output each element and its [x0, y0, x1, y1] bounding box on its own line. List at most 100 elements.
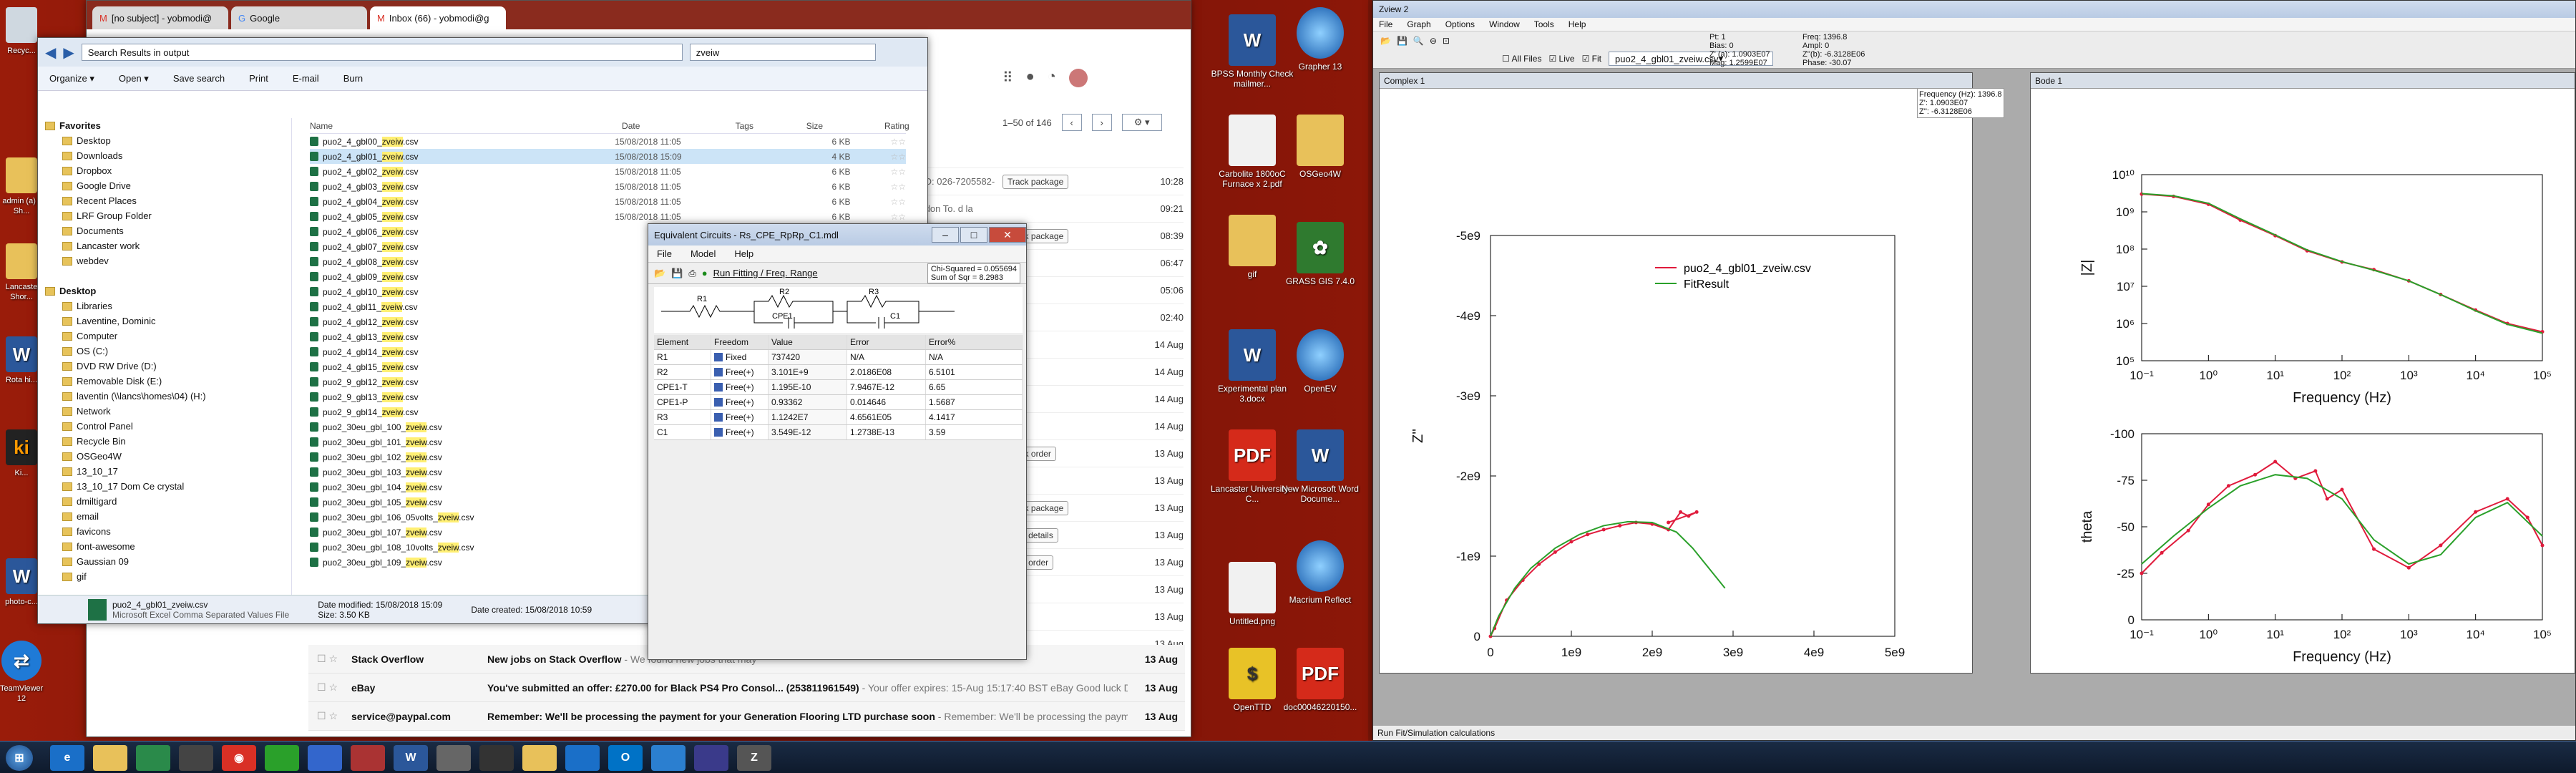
freedom-dropdown-icon[interactable] [714, 428, 723, 437]
nav-item[interactable]: Google Drive [38, 178, 291, 193]
desktop-icon[interactable]: Wphoto-c... [0, 558, 43, 607]
nav-item[interactable]: Documents [38, 223, 291, 238]
value-input[interactable]: 1.195E-10 [769, 380, 847, 394]
menu-options[interactable]: Options [1445, 19, 1475, 29]
checkbox-star-icon[interactable]: ☐ ☆ [308, 710, 351, 722]
desktop-icon[interactable]: W New Microsoft Word Docume... [1277, 429, 1363, 504]
prev-page-button[interactable]: ‹ [1061, 114, 1082, 131]
nav-item[interactable]: webdev [38, 253, 291, 268]
all-files-checkbox[interactable]: ☐ All Files [1502, 54, 1541, 64]
app-icon[interactable] [351, 745, 385, 771]
print-button[interactable]: Print [249, 73, 268, 84]
file-row[interactable]: puo2_4_gbl05_zveiw.csv 15/08/2018 11:05 6 … [310, 209, 906, 224]
explorer-taskbar-icon[interactable] [93, 745, 127, 771]
parameter-row[interactable]: R3 Free(+) 1.1242E7 4.6561E05 4.1417 [654, 410, 1023, 425]
nav-item[interactable]: Laventine, Dominic [38, 313, 291, 329]
gmail-row[interactable]: ler ID: 026-7205582- Track package 10:28 [909, 168, 1184, 195]
nav-item[interactable]: Libraries [38, 298, 291, 313]
vscode-icon[interactable] [651, 745, 686, 771]
desktop-icon[interactable]: ✿ GRASS GIS 7.4.0 [1277, 222, 1363, 286]
run-fitting-button[interactable]: Run Fitting / Freq. Range [713, 268, 818, 278]
settings-button[interactable]: ⚙ ▾ [1121, 114, 1162, 131]
email-button[interactable]: E-mail [293, 73, 319, 84]
burn-button[interactable]: Burn [343, 73, 363, 84]
open-button[interactable]: Open ▾ [119, 73, 149, 84]
checkbox-star-icon[interactable]: ☐ ☆ [308, 681, 351, 694]
nav-item[interactable]: DVD RW Drive (D:) [38, 359, 291, 374]
checkbox-star-icon[interactable]: ☐ ☆ [308, 653, 351, 665]
freedom-cell[interactable]: Free(+) [711, 410, 769, 424]
freedom-cell[interactable]: Fixed [711, 350, 769, 364]
outlook-icon[interactable]: O [608, 745, 643, 771]
nav-item[interactable]: Computer [38, 329, 291, 344]
mail-action-chip[interactable]: Track package [1002, 174, 1069, 189]
parameter-row[interactable]: C1 Free(+) 3.549E-12 1.2738E-13 3.59 [654, 425, 1023, 440]
value-input[interactable]: 0.93362 [769, 395, 847, 409]
zoom-out-icon[interactable]: ⊖ [1430, 36, 1437, 46]
chrome-taskbar-icon[interactable]: ◉ [222, 745, 256, 771]
organize-button[interactable]: Organize ▾ [49, 73, 94, 84]
freedom-dropdown-icon[interactable] [714, 383, 723, 392]
avatar[interactable] [1068, 69, 1088, 87]
menu-file[interactable]: File [657, 248, 672, 259]
next-page-button[interactable]: › [1091, 114, 1112, 131]
nav-item[interactable]: 13_10_17 Dom Ce crystal [38, 479, 291, 494]
ie-icon[interactable]: e [50, 745, 84, 771]
nav-item[interactable]: Network [38, 404, 291, 419]
desktop-icon[interactable]: Lancaste Shor... [0, 243, 43, 302]
zview-taskbar-icon[interactable]: Z [737, 745, 771, 771]
gmail-row[interactable] [909, 141, 1184, 168]
desktop-icon[interactable]: Grapher 13 [1277, 7, 1363, 72]
file-row[interactable]: puo2_4_gbl04_zveiw.csv 15/08/2018 11:05 6 … [310, 194, 906, 209]
save-search-button[interactable]: Save search [173, 73, 225, 84]
gmail-row[interactable]: London To. d la 09:21 [909, 195, 1184, 223]
app-icon[interactable] [479, 745, 514, 771]
maximize-button[interactable]: □ [960, 227, 987, 243]
minimize-button[interactable]: – [932, 227, 959, 243]
value-input[interactable]: 1.1242E7 [769, 410, 847, 424]
open-icon[interactable]: 📂 [654, 268, 665, 279]
menu-graph[interactable]: Graph [1407, 19, 1430, 29]
freedom-dropdown-icon[interactable] [714, 413, 723, 422]
nav-item[interactable]: laventin (\\lancs\homes\04) (H:) [38, 389, 291, 404]
apps-grid-icon[interactable]: ⠿ [1002, 69, 1013, 87]
nav-item[interactable]: OS (C:) [38, 344, 291, 359]
browser-tab[interactable]: G Google [231, 6, 367, 29]
column-size[interactable]: Size [806, 121, 863, 131]
desktop-icon[interactable]: Recyc... [0, 7, 43, 56]
desktop-icon[interactable]: OpenEV [1277, 329, 1363, 394]
value-input[interactable]: 737420 [769, 350, 847, 364]
nav-item[interactable]: LRF Group Folder [38, 208, 291, 223]
nav-item[interactable]: Control Panel [38, 419, 291, 434]
nav-item[interactable]: Desktop [38, 133, 291, 148]
nav-item[interactable]: Lancaster work [38, 238, 291, 253]
rating-stars-icon[interactable]: ☆☆ [851, 197, 906, 207]
menu-tools[interactable]: Tools [1534, 19, 1554, 29]
nav-item[interactable]: font-awesome [38, 539, 291, 554]
nav-item[interactable]: Desktop [38, 283, 291, 298]
close-button[interactable]: ✕ [989, 227, 1026, 243]
app-icon[interactable] [265, 745, 299, 771]
menu-model[interactable]: Model [691, 248, 716, 259]
desktop-icon[interactable]: admin (a) - Sh... [0, 157, 43, 216]
word-taskbar-icon[interactable]: W [394, 745, 428, 771]
column-name[interactable]: Name [310, 121, 622, 131]
rating-stars-icon[interactable]: ☆☆ [851, 152, 906, 162]
desktop-icon[interactable]: ki Ki... [0, 429, 43, 478]
back-icon[interactable]: ◀ [45, 44, 56, 62]
mail-row[interactable]: ☐ ☆ service@paypal.com Remember: We'll be … [308, 702, 1185, 731]
nav-item[interactable]: Recycle Bin [38, 434, 291, 449]
start-button[interactable]: ⊞ [6, 745, 33, 771]
nav-item[interactable]: 13_10_17 [38, 464, 291, 479]
desktop-icon[interactable]: OSGeo4W [1277, 115, 1363, 179]
nav-item[interactable]: Dropbox [38, 163, 291, 178]
nav-item[interactable]: OSGeo4W [38, 449, 291, 464]
app-icon[interactable] [308, 745, 342, 771]
app-icon[interactable] [136, 745, 170, 771]
notifications-icon[interactable]: ● [1026, 69, 1035, 87]
account-icon[interactable]: ◔ [1048, 69, 1056, 87]
menu-window[interactable]: Window [1489, 19, 1520, 29]
rating-stars-icon[interactable]: ☆☆ [851, 137, 906, 147]
freedom-dropdown-icon[interactable] [714, 368, 723, 376]
desktop-icon[interactable]: PDF doc00046220150... [1277, 648, 1363, 712]
